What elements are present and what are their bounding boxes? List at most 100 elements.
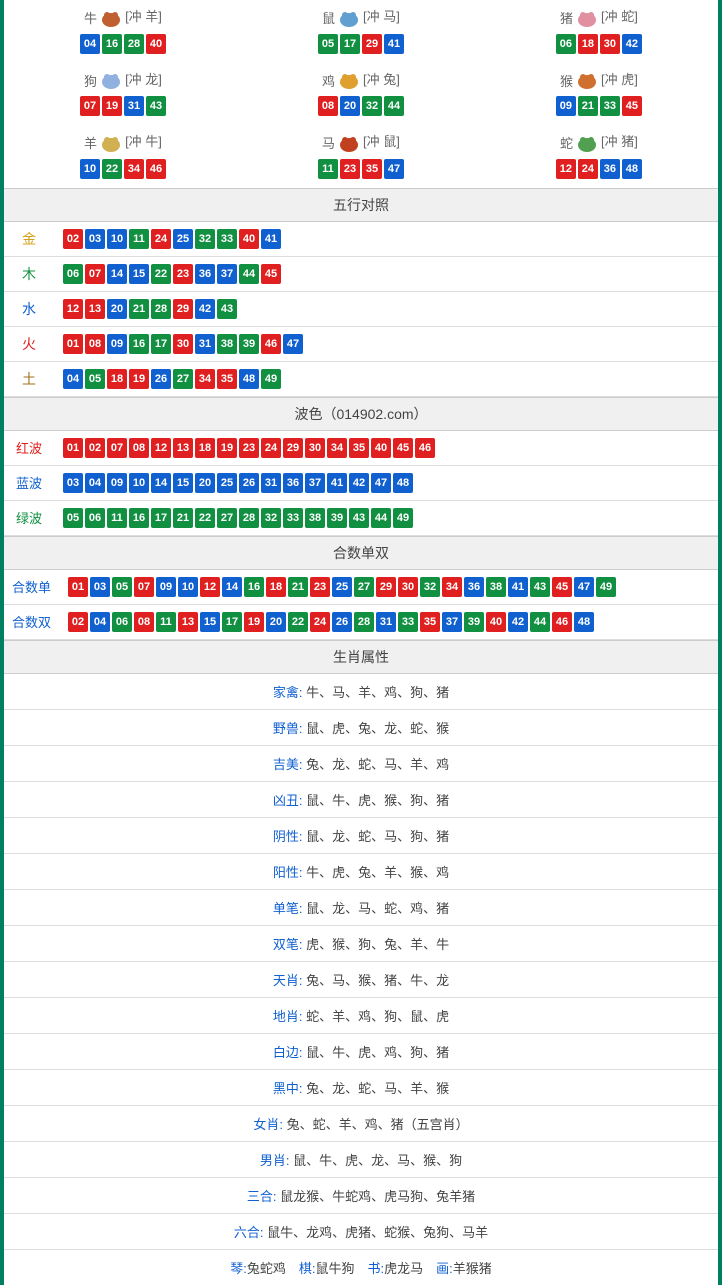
- section-header-sxsx: 生肖属性: [4, 640, 718, 674]
- table-row: 红波0102070812131819232429303435404546: [4, 431, 718, 466]
- number-ball: 24: [151, 229, 171, 249]
- zodiac-clash: [冲 鼠]: [363, 134, 400, 149]
- zodiac-numbers: 09213345: [480, 95, 718, 117]
- number-ball: 41: [327, 473, 347, 493]
- zodiac-clash: [冲 蛇]: [601, 9, 638, 24]
- sx-row: 黑中: 兔、龙、蛇、马、羊、猴: [4, 1070, 718, 1106]
- zodiac-icon: [335, 7, 363, 29]
- zodiac-icon: [335, 132, 363, 154]
- number-ball: 07: [134, 577, 154, 597]
- sx-value: 鼠龙猴、牛蛇鸡、虎马狗、兔羊猪: [280, 1189, 475, 1204]
- number-ball: 42: [508, 612, 528, 632]
- number-ball: 06: [112, 612, 132, 632]
- table-row: 土04051819262734354849: [4, 361, 718, 396]
- sx-row: 阴性: 鼠、龙、蛇、马、狗、猪: [4, 818, 718, 854]
- number-ball: 32: [195, 229, 215, 249]
- sx-row: 阳性: 牛、虎、兔、羊、猴、鸡: [4, 854, 718, 890]
- number-ball: 03: [63, 473, 83, 493]
- number-ball: 05: [85, 369, 105, 389]
- number-ball: 08: [318, 96, 338, 116]
- number-ball: 38: [217, 334, 237, 354]
- number-ball: 05: [63, 508, 83, 528]
- sx-value: 鼠、牛、虎、龙、马、猴、狗: [293, 1153, 462, 1168]
- zodiac-clash: [冲 龙]: [125, 72, 162, 87]
- number-ball: 22: [195, 508, 215, 528]
- sx-value: 牛、马、羊、鸡、狗、猪: [306, 685, 449, 700]
- zodiac-cell: 狗[冲 龙]07193143: [4, 63, 242, 126]
- wuxing-label: 水: [4, 291, 54, 326]
- main-container: 牛[冲 羊]04162840鼠[冲 马]05172941猪[冲 蛇]061830…: [0, 0, 722, 1285]
- number-ball: 35: [362, 159, 382, 179]
- table-row: 水1213202128294243: [4, 291, 718, 326]
- number-ball: 16: [102, 34, 122, 54]
- sx-label: 野兽:: [273, 721, 306, 736]
- sx-label: 家禽:: [273, 685, 306, 700]
- sx-value: 鼠、牛、虎、猴、狗、猪: [306, 793, 449, 808]
- sx-value: 鼠、虎、兔、龙、蛇、猴: [306, 721, 449, 736]
- number-ball: 18: [195, 438, 215, 458]
- number-ball: 19: [102, 96, 122, 116]
- section-header-bose: 波色（014902.com）: [4, 397, 718, 431]
- number-ball: 38: [486, 577, 506, 597]
- number-ball: 11: [129, 229, 149, 249]
- zodiac-cell: 猴[冲 虎]09213345: [480, 63, 718, 126]
- number-ball: 35: [217, 369, 237, 389]
- zodiac-clash: [冲 马]: [363, 9, 400, 24]
- sx-value: 鼠、龙、马、蛇、鸡、猪: [306, 901, 449, 916]
- section-header-wuxing: 五行对照: [4, 188, 718, 222]
- number-ball: 40: [486, 612, 506, 632]
- zodiac-numbers: 07193143: [4, 95, 242, 117]
- number-ball: 25: [332, 577, 352, 597]
- sx-label: 黑中:: [273, 1081, 306, 1096]
- number-ball: 14: [107, 264, 127, 284]
- number-ball: 46: [552, 612, 572, 632]
- number-ball: 38: [305, 508, 325, 528]
- bottom-label: 书:: [368, 1261, 385, 1276]
- number-ball: 20: [107, 299, 127, 319]
- wuxing-numbers: 0108091617303138394647: [54, 326, 718, 361]
- number-ball: 47: [283, 334, 303, 354]
- section-header-heshu: 合数单双: [4, 536, 718, 570]
- zodiac-icon: [97, 132, 125, 154]
- number-ball: 42: [349, 473, 369, 493]
- number-ball: 11: [107, 508, 127, 528]
- sx-label: 三合:: [247, 1189, 280, 1204]
- table-row: 木06071415222336374445: [4, 256, 718, 291]
- number-ball: 40: [371, 438, 391, 458]
- number-ball: 31: [124, 96, 144, 116]
- number-ball: 02: [63, 229, 83, 249]
- number-ball: 10: [80, 159, 100, 179]
- number-ball: 39: [464, 612, 484, 632]
- number-ball: 20: [266, 612, 286, 632]
- number-ball: 40: [146, 34, 166, 54]
- sx-value: 兔、马、猴、猪、牛、龙: [306, 973, 449, 988]
- number-ball: 35: [420, 612, 440, 632]
- zodiac-numbers: 06183042: [480, 33, 718, 55]
- heshu-label: 合数双: [4, 604, 59, 639]
- number-ball: 46: [415, 438, 435, 458]
- zodiac-name: 鼠: [322, 8, 335, 27]
- number-ball: 30: [398, 577, 418, 597]
- number-ball: 45: [622, 96, 642, 116]
- number-ball: 46: [146, 159, 166, 179]
- number-ball: 28: [354, 612, 374, 632]
- number-ball: 09: [107, 473, 127, 493]
- number-ball: 08: [85, 334, 105, 354]
- sx-label: 阴性:: [273, 829, 306, 844]
- number-ball: 18: [107, 369, 127, 389]
- number-ball: 09: [107, 334, 127, 354]
- number-ball: 32: [261, 508, 281, 528]
- number-ball: 49: [393, 508, 413, 528]
- zodiac-icon: [573, 132, 601, 154]
- number-ball: 27: [354, 577, 374, 597]
- number-ball: 06: [85, 508, 105, 528]
- number-ball: 24: [261, 438, 281, 458]
- sx-row: 吉美: 兔、龙、蛇、马、羊、鸡: [4, 746, 718, 782]
- number-ball: 04: [90, 612, 110, 632]
- zodiac-numbers: 11233547: [242, 158, 480, 180]
- number-ball: 47: [384, 159, 404, 179]
- zodiac-cell: 羊[冲 牛]10223446: [4, 125, 242, 188]
- number-ball: 34: [195, 369, 215, 389]
- number-ball: 22: [288, 612, 308, 632]
- number-ball: 10: [107, 229, 127, 249]
